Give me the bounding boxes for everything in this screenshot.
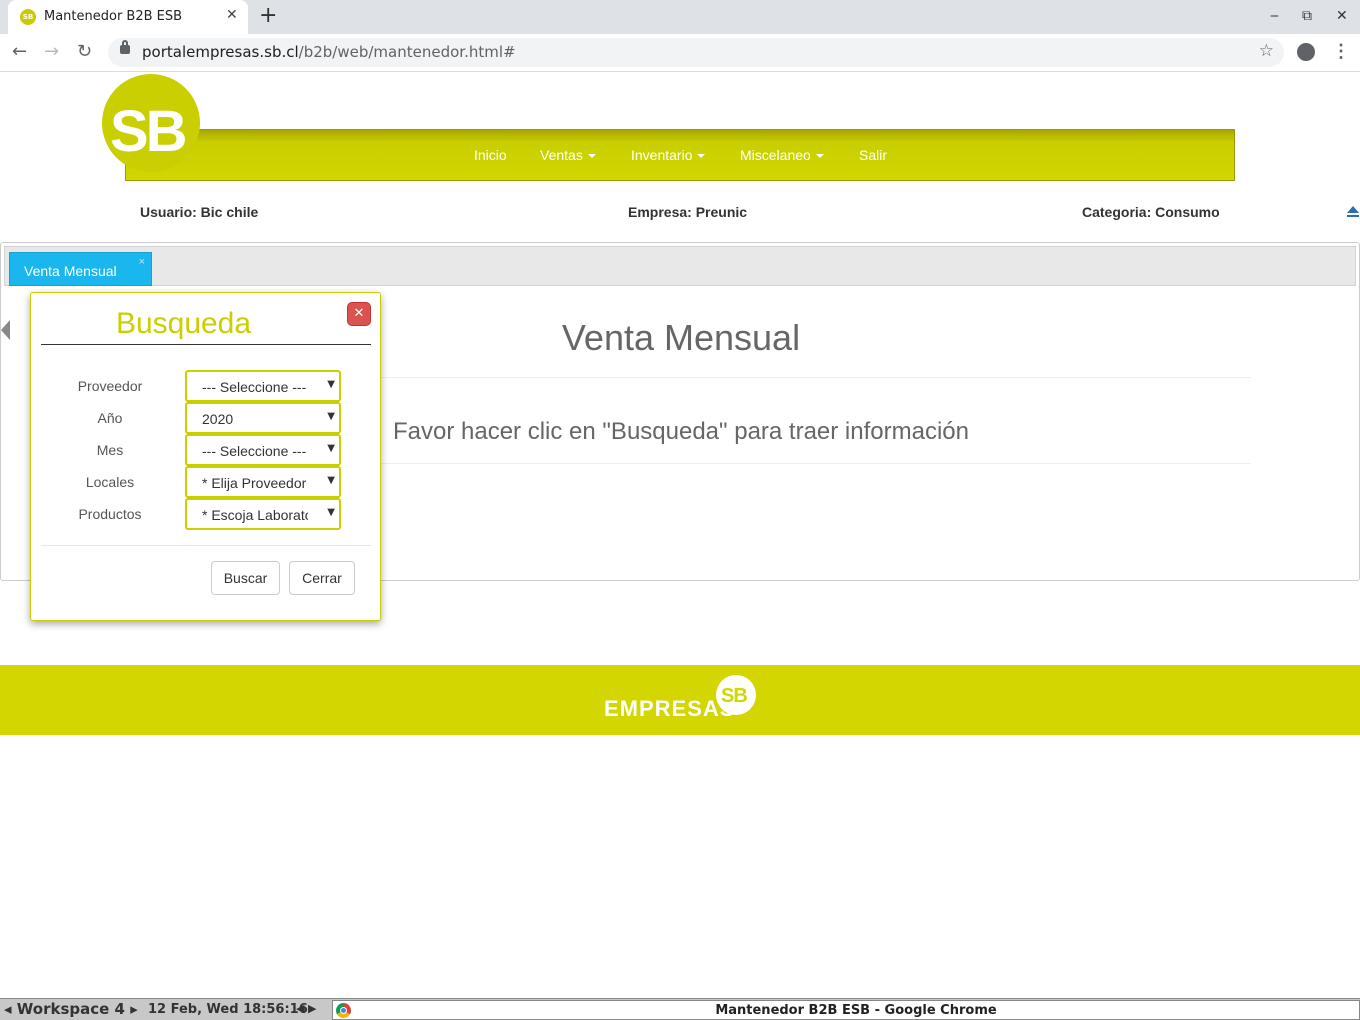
taskbar-window[interactable]: Mantenedor B2B ESB - Google Chrome [332,1000,1360,1020]
mes-label: Mes [96,442,124,458]
browser-tab-title: Mantenedor B2B ESB [44,9,183,24]
taskbar: ◂ Workspace 4 ▸ 12 Feb, Wed 18:56:16 ◀ ▶… [0,998,1360,1020]
bookmark-star-icon[interactable]: ☆ [1259,41,1274,61]
busqueda-dialog: Busqueda ✕ Proveedor --- Seleccione --- ▼… [30,292,381,621]
dropdown-arrow-icon: ▼ [327,507,335,518]
favicon-icon: SB [20,9,36,25]
dropdown-arrow-icon: ▼ [327,379,335,390]
caret-down-icon [815,154,824,159]
nav-salir[interactable]: Salir [859,147,887,163]
close-tab-icon[interactable]: × [139,256,145,268]
main-navbar: Inicio Ventas Inventario Miscelaneo Sali… [125,129,1235,181]
left-arrow-icon[interactable] [1,320,10,340]
close-tab-icon[interactable]: ✕ [226,7,238,23]
divider [41,545,371,546]
close-window-icon[interactable]: ✕ [1336,8,1348,24]
buscar-button[interactable]: Buscar [211,561,280,595]
productos-label: Productos [78,506,142,522]
caret-down-icon [587,154,596,159]
new-tab-icon[interactable]: + [259,3,277,28]
back-icon[interactable]: ← [12,41,27,62]
page: SB Inicio Ventas Inventario Miscelaneo S… [0,72,1360,998]
nav-inventario[interactable]: Inventario [631,147,706,163]
tab-venta-mensual[interactable]: Venta Mensual × [9,252,152,286]
clock: 12 Feb, Wed 18:56:16 [148,1002,308,1017]
footer: EMPRESAS SB [0,665,1360,735]
lock-icon [120,40,130,54]
sb-logo[interactable]: SB [102,74,200,172]
workspace-switcher[interactable]: ◂ Workspace 4 ▸ [4,1000,138,1018]
proveedor-label: Proveedor [77,378,143,394]
browser-toolbar: ← → ↻ portalempresas.sb.cl/b2b/web/mante… [0,34,1360,72]
address-bar[interactable]: portalempresas.sb.cl/b2b/web/mantenedor.… [108,38,1284,67]
anio-label: Año [97,410,123,426]
proveedor-select[interactable]: --- Seleccione --- ▼ [185,370,341,402]
productos-select[interactable]: * Escoja Laboratorio *▼ [185,498,341,530]
caret-down-icon [697,154,706,159]
nav-ventas[interactable]: Ventas [540,147,596,163]
browser-tab[interactable]: SB Mantenedor B2B ESB ✕ [8,0,248,34]
close-dialog-button[interactable]: ✕ [347,302,371,326]
locales-label: Locales [85,474,135,490]
forward-icon[interactable]: → [44,41,59,62]
company-label: Empresa: Preunic [628,204,748,220]
profile-icon[interactable] [1297,43,1315,61]
minimize-icon[interactable]: ‒ [1270,8,1279,24]
nav-miscelaneo[interactable]: Miscelaneo [740,147,824,163]
dialog-title: Busqueda [115,307,252,340]
collapse-icon[interactable] [1347,206,1359,217]
anio-select[interactable]: 2020 ▼ [185,402,341,434]
browser-tab-bar: SB Mantenedor B2B ESB ✕ + ‒ ⧉ ✕ [0,0,1360,34]
user-label: Usuario: Bic chile [140,204,259,220]
mes-select[interactable]: --- Seleccione --- ▼ [185,434,341,466]
dropdown-arrow-icon: ▼ [327,475,335,486]
locales-select[interactable]: * Elija Proveedor * ▼ [185,466,341,498]
dropdown-arrow-icon: ▼ [327,443,335,454]
footer-logo-badge: SB [716,675,756,715]
taskbar-arrows-icon[interactable]: ◀ ▶ [296,1002,316,1015]
url-text: portalempresas.sb.cl/b2b/web/mantenedor.… [142,43,516,61]
tab-strip: Venta Mensual × [4,246,1356,286]
cerrar-button[interactable]: Cerrar [289,561,355,595]
menu-dots-icon[interactable]: ⋮ [1332,41,1350,62]
dropdown-arrow-icon: ▼ [327,411,335,422]
divider [41,344,371,345]
category-label: Categoria: Consumo [1082,204,1220,220]
restore-icon[interactable]: ⧉ [1302,8,1312,24]
reload-icon[interactable]: ↻ [77,41,92,62]
nav-inicio[interactable]: Inicio [474,147,507,163]
